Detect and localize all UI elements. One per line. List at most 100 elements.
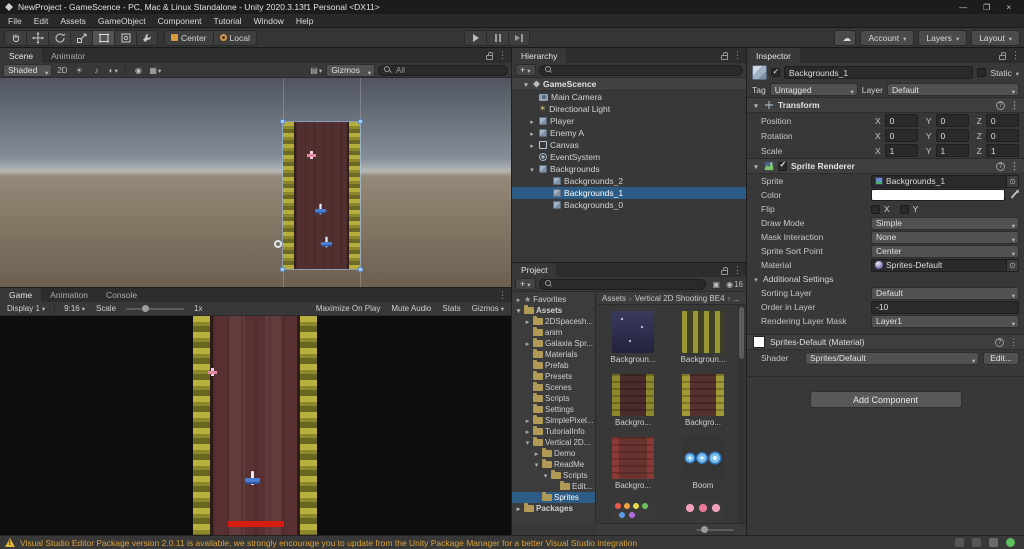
camera-settings-icon[interactable]: ▤: [309, 64, 323, 76]
additional-settings-foldout[interactable]: Additional Settings: [747, 272, 1024, 286]
step-button[interactable]: [508, 30, 530, 46]
display-dropdown[interactable]: Display 1: [3, 304, 49, 313]
audio-toggle-icon[interactable]: ♪: [89, 64, 103, 76]
layout-dropdown[interactable]: Layout: [971, 30, 1020, 46]
scene-search-input[interactable]: All: [378, 64, 508, 76]
help-icon[interactable]: ?: [996, 161, 1005, 171]
add-component-button[interactable]: Add Component: [809, 391, 962, 408]
flip-y-checkbox[interactable]: [899, 204, 909, 214]
expand-arrow[interactable]: [528, 128, 536, 138]
sprite-renderer-component-header[interactable]: Sprite Renderer ?: [747, 158, 1024, 174]
mute-audio-toggle[interactable]: Mute Audio: [387, 304, 435, 313]
tab-project[interactable]: Project: [512, 263, 557, 277]
folder-item[interactable]: Scripts: [512, 470, 595, 481]
asset-item[interactable]: Backgro...: [681, 374, 725, 427]
aspect-ratio-dropdown[interactable]: 9:16: [60, 304, 89, 313]
hierarchy-item[interactable]: Backgrounds_2: [512, 175, 746, 187]
component-menu-icon[interactable]: [1009, 337, 1018, 348]
hierarchy-item[interactable]: Backgrounds_0: [512, 199, 746, 211]
folder-item[interactable]: Scenes: [512, 382, 595, 393]
rotation-x-field[interactable]: 0: [884, 129, 918, 142]
folder-item[interactable]: Presets: [512, 371, 595, 382]
tab-hierarchy[interactable]: Hierarchy: [512, 48, 567, 63]
lock-icon[interactable]: [721, 51, 728, 60]
scale-slider[interactable]: [126, 304, 185, 312]
status-message[interactable]: Visual Studio Editor Package version 2.0…: [20, 538, 950, 548]
component-menu-icon[interactable]: [1010, 100, 1019, 111]
scale-x-field[interactable]: 1: [884, 144, 918, 157]
hierarchy-item[interactable]: Backgrounds: [512, 163, 746, 175]
rendering-layer-mask-dropdown[interactable]: Layer1: [871, 314, 1019, 328]
close-button[interactable]: ×: [1006, 3, 1011, 12]
scale-tool-button[interactable]: [70, 29, 92, 46]
scale-slider-knob[interactable]: [142, 304, 150, 312]
menu-component[interactable]: Component: [152, 16, 208, 26]
stats-toggle[interactable]: Stats: [438, 304, 464, 313]
progress-status-icon[interactable]: [1006, 538, 1015, 547]
panel-menu-icon[interactable]: [733, 50, 742, 61]
tab-inspector[interactable]: Inspector: [747, 48, 800, 63]
position-z-field[interactable]: 0: [985, 114, 1020, 127]
object-picker-icon[interactable]: [1006, 175, 1018, 187]
name-field[interactable]: Backgrounds_1: [784, 66, 974, 79]
breadcrumb-item[interactable]: ...: [733, 294, 740, 303]
hierarchy-item[interactable]: Canvas: [512, 139, 746, 151]
rect-tool-button[interactable]: [92, 29, 114, 46]
edit-shader-button[interactable]: Edit...: [983, 351, 1019, 365]
panel-menu-icon[interactable]: [1011, 50, 1020, 61]
folder-item[interactable]: Settings: [512, 404, 595, 415]
hierarchy-search-input[interactable]: [538, 64, 743, 76]
lighting-toggle-icon[interactable]: ☀: [72, 64, 86, 76]
sprite-object-field[interactable]: Backgrounds_1: [871, 174, 1019, 188]
rotation-z-field[interactable]: 0: [985, 129, 1020, 142]
component-enabled-checkbox[interactable]: [778, 160, 787, 171]
foldout-arrow[interactable]: [752, 274, 760, 284]
game-viewport[interactable]: [0, 316, 511, 535]
scale-y-field[interactable]: 1: [935, 144, 969, 157]
rect-handle-top-left[interactable]: [280, 119, 285, 124]
help-icon[interactable]: ?: [996, 100, 1005, 110]
custom-tool-button[interactable]: [136, 29, 158, 46]
folder-item[interactable]: Demo: [512, 448, 595, 459]
flip-x-checkbox[interactable]: [871, 204, 880, 214]
order-in-layer-field[interactable]: -10: [871, 300, 1019, 314]
transform-component-header[interactable]: Transform ?: [747, 97, 1024, 113]
folder-item[interactable]: Edit...: [512, 481, 595, 492]
asset-item[interactable]: Backgro...: [611, 437, 655, 490]
game-gizmos-dropdown[interactable]: Gizmos: [468, 304, 508, 313]
foldout-arrow[interactable]: [752, 161, 760, 171]
project-search-input[interactable]: [538, 278, 707, 290]
breadcrumb-item[interactable]: Vertical 2D Shooting BE4: [635, 294, 725, 303]
folder-item[interactable]: TutorialInfo: [512, 426, 595, 437]
folder-item[interactable]: 2DSpacesh...: [512, 316, 595, 327]
minimize-button[interactable]: —: [959, 3, 967, 12]
tab-animator[interactable]: Animator: [42, 48, 94, 63]
asset-item[interactable]: Backgroun...: [681, 311, 725, 364]
layers-dropdown[interactable]: Layers: [918, 30, 968, 46]
mask-interaction-dropdown[interactable]: None: [871, 230, 1019, 244]
asset-item[interactable]: [681, 500, 725, 523]
account-dropdown[interactable]: Account: [860, 30, 915, 46]
move-tool-button[interactable]: [26, 29, 48, 46]
sprite-sort-point-dropdown[interactable]: Center: [871, 244, 1019, 258]
effects-toggle-icon[interactable]: ◐: [106, 64, 120, 76]
console-activity-icon[interactable]: [989, 538, 998, 547]
lock-icon[interactable]: [486, 51, 493, 60]
menu-edit[interactable]: Edit: [28, 16, 55, 26]
collapse-arrow[interactable]: [528, 164, 536, 174]
collapse-arrow[interactable]: [524, 438, 531, 447]
rotate-tool-button[interactable]: [48, 29, 70, 46]
shader-dropdown[interactable]: Sprites/Default: [805, 351, 980, 365]
breadcrumb-item[interactable]: Assets: [602, 294, 626, 303]
hierarchy-item[interactable]: Enemy A: [512, 127, 746, 139]
selected-background-sprite[interactable]: [274, 119, 363, 272]
rect-handle-bottom-right[interactable]: [358, 267, 363, 272]
thumbnail-zoom-slider[interactable]: [696, 525, 734, 533]
rotation-y-field[interactable]: 0: [935, 129, 969, 142]
menu-tutorial[interactable]: Tutorial: [208, 16, 248, 26]
tab-animation[interactable]: Animation: [41, 288, 97, 302]
component-menu-icon[interactable]: [1010, 161, 1019, 172]
expand-arrow[interactable]: [533, 449, 540, 458]
create-object-button[interactable]: +: [515, 64, 536, 76]
menu-help[interactable]: Help: [290, 16, 319, 26]
